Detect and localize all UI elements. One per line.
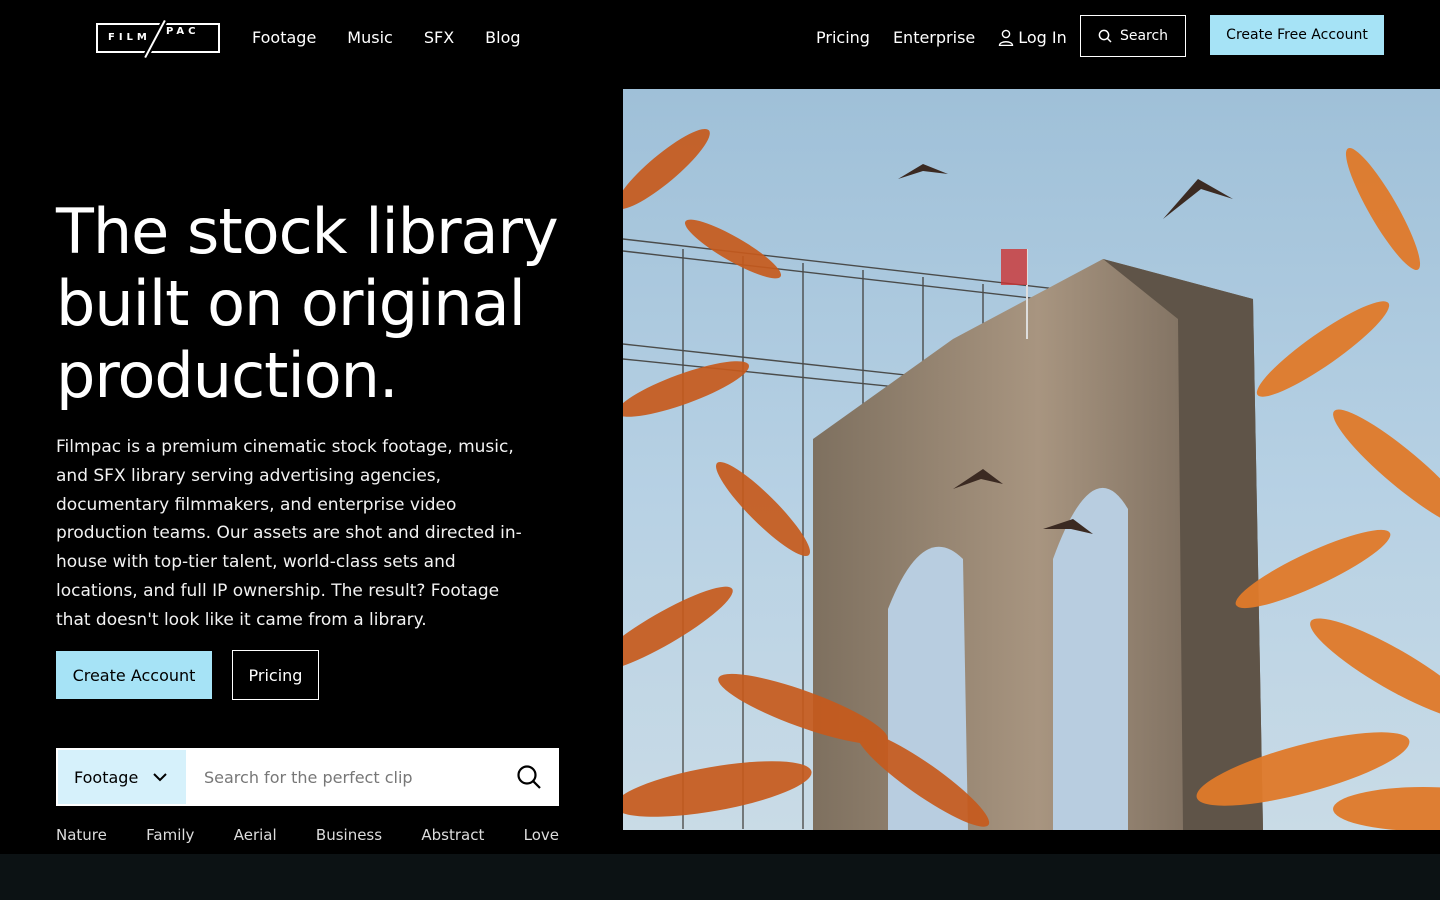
clip-search-input[interactable]: [186, 750, 501, 804]
bridge-illustration: [623, 128, 1440, 830]
tag-aerial[interactable]: Aerial: [234, 826, 277, 844]
filmpac-logo[interactable]: FILM PAC: [96, 19, 222, 59]
hero-headline: The stock library built on original prod…: [56, 195, 559, 412]
hero-intro: Filmpac is a premium cinematic stock foo…: [56, 437, 522, 630]
nav-footage[interactable]: Footage: [252, 28, 316, 47]
tag-love[interactable]: Love: [524, 826, 559, 844]
next-section-band: [0, 854, 1440, 900]
login-label: Log In: [1018, 28, 1067, 47]
tag-business[interactable]: Business: [316, 826, 382, 844]
nav-music[interactable]: Music: [347, 28, 393, 47]
search-icon: [517, 765, 541, 789]
hero-image: [623, 89, 1440, 830]
search-icon: [1098, 29, 1112, 43]
category-select-value: Footage: [74, 767, 139, 787]
header-search-label: Search: [1119, 28, 1169, 44]
user-icon: [999, 29, 1014, 46]
nav-blog[interactable]: Blog: [485, 28, 520, 47]
logo-text-pac: PAC: [166, 26, 200, 37]
tag-family[interactable]: Family: [146, 826, 194, 844]
nav-enterprise[interactable]: Enterprise: [893, 28, 975, 47]
create-free-account-button[interactable]: Create Free Account: [1210, 15, 1384, 55]
header-search-button[interactable]: Search: [1080, 15, 1186, 57]
clip-search-bar: Footage: [56, 748, 559, 806]
tag-abstract[interactable]: Abstract: [421, 826, 484, 844]
pricing-button[interactable]: Pricing: [232, 650, 319, 700]
secondary-nav: Pricing Enterprise Log In: [816, 28, 1067, 47]
category-select[interactable]: Footage: [58, 750, 186, 804]
create-account-button[interactable]: Create Account: [56, 651, 212, 699]
clip-search-submit[interactable]: [501, 750, 557, 804]
tag-nature[interactable]: Nature: [56, 826, 107, 844]
primary-nav: Footage Music SFX Blog: [252, 28, 521, 47]
logo-text-film: FILM: [108, 32, 151, 43]
login-link[interactable]: Log In: [998, 28, 1067, 47]
chevron-down-icon: [153, 773, 168, 782]
popular-tags: Nature Family Aerial Business Abstract L…: [56, 826, 559, 844]
nav-pricing[interactable]: Pricing: [816, 28, 870, 47]
nav-sfx[interactable]: SFX: [424, 28, 454, 47]
site-header: FILM PAC Footage Music SFX Blog Pricing …: [0, 0, 1440, 76]
